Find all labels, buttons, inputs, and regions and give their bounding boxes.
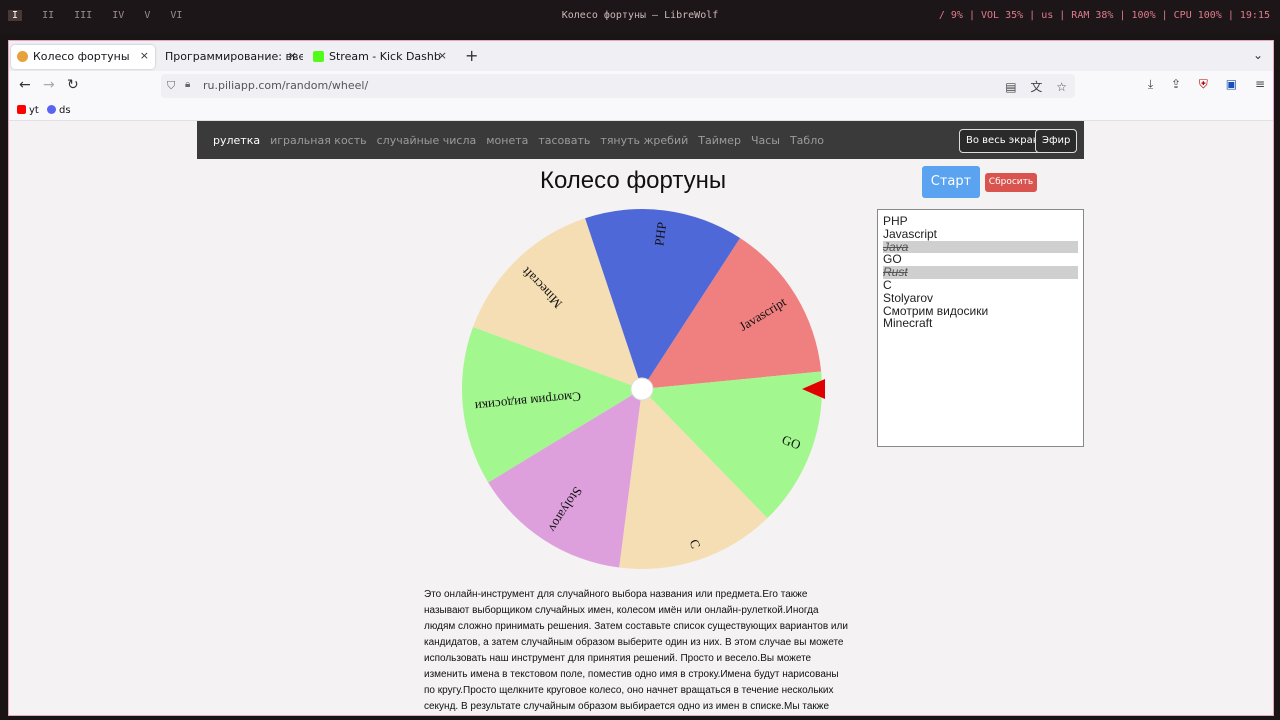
chevron-down-icon[interactable]: ⌄ bbox=[1253, 48, 1263, 62]
description-text: Это онлайн-инструмент для случайного выб… bbox=[424, 587, 864, 715]
list-item: Stolyarov bbox=[883, 290, 934, 305]
bookmark-label: yt bbox=[29, 105, 39, 116]
list-item: GO bbox=[883, 252, 902, 267]
site-nav-item[interactable]: рулетка bbox=[213, 134, 260, 147]
translate-icon[interactable]: ⽂ bbox=[1030, 80, 1042, 94]
list-item: Javascript bbox=[883, 226, 938, 241]
description-line: называют выборщиком случайных имен, коле… bbox=[424, 605, 819, 616]
close-icon[interactable]: × bbox=[140, 49, 149, 62]
bookmark-star-icon[interactable]: ☆ bbox=[1056, 80, 1067, 94]
bookmark-ds[interactable]: ds bbox=[47, 105, 71, 116]
bookmark-yt[interactable]: yt bbox=[17, 105, 39, 116]
list-item: Rust bbox=[883, 266, 1078, 279]
list-item: PHP bbox=[883, 214, 908, 228]
shield-icon[interactable]: ⛉ bbox=[167, 79, 175, 93]
site-nav-item[interactable]: тянуть жребий bbox=[600, 134, 688, 147]
close-icon[interactable]: × bbox=[438, 49, 447, 62]
new-tab-button[interactable]: + bbox=[465, 46, 478, 65]
fullscreen-button[interactable]: Во весь экран bbox=[959, 129, 1047, 153]
site-nav-item[interactable]: игральная кость bbox=[270, 134, 367, 147]
reload-icon[interactable]: ↻ bbox=[67, 77, 79, 93]
site-nav-item[interactable]: тасовать bbox=[538, 134, 590, 147]
list-item: Java bbox=[883, 240, 1078, 254]
description-line: Это онлайн-инструмент для случайного выб… bbox=[424, 589, 808, 600]
system-bar: I II III IV V VI Колесо фортуны — LibreW… bbox=[0, 0, 1280, 34]
description-line: изменить имена в текстовом поле, помести… bbox=[424, 669, 839, 680]
ublock-icon[interactable]: ⛨ bbox=[1199, 77, 1208, 91]
tab-programming[interactable]: Программирование: введ × bbox=[155, 45, 303, 69]
fortune-wheel[interactable]: JavascriptGOCStolyarovСмотрим видосикиMi… bbox=[459, 206, 825, 572]
site-nav-item[interactable]: случайные числа bbox=[377, 134, 477, 147]
reader-view-icon[interactable]: ▤ bbox=[1005, 80, 1016, 94]
site-nav-item[interactable]: монета bbox=[486, 134, 528, 147]
names-textarea[interactable]: PHP Javascript Java GO Rust C Stolyarov Смотрим… bbox=[877, 209, 1084, 447]
url-text[interactable]: ru.piliapp.com/random/wheel/ bbox=[203, 79, 368, 92]
download-icon[interactable]: ⤓ bbox=[1148, 77, 1153, 91]
broadcast-button[interactable]: Эфир bbox=[1035, 129, 1078, 153]
tab-bar: Колесо фортуны × Программирование: введ … bbox=[9, 41, 1273, 71]
url-bar[interactable]: ⛉ 🔒︎ ru.piliapp.com/random/wheel/ ▤ ⽂ ☆ bbox=[161, 74, 1075, 98]
lock-icon[interactable]: 🔒︎ bbox=[185, 79, 190, 90]
wheel-segment-label: PHP bbox=[651, 221, 669, 247]
site-nav: рулетка игральная кость случайные числа мон… bbox=[197, 121, 1084, 159]
tab-label: Stream - Kick Dashb bbox=[329, 50, 441, 63]
list-item: C bbox=[883, 277, 892, 292]
start-button[interactable]: Старт bbox=[922, 166, 980, 198]
forward-icon[interactable]: → bbox=[43, 77, 55, 93]
description-line: кандидатов, а затем случайным образом вы… bbox=[424, 637, 844, 648]
page-title: Колесо фортуны bbox=[540, 167, 727, 194]
tab-wheel[interactable]: Колесо фортуны × bbox=[11, 45, 155, 69]
system-stats: / 9% | VOL 35% | us | RAM 38% | 100% | C… bbox=[938, 10, 1270, 21]
list-item: Minecraft bbox=[883, 316, 933, 331]
page-content: рулетка игральная кость случайные числа мон… bbox=[9, 121, 1273, 715]
kick-icon bbox=[313, 51, 324, 62]
site-nav-item[interactable]: Таймер bbox=[698, 134, 741, 147]
nav-bar: ← → ↻ ⛉ 🔒︎ ru.piliapp.com/random/wheel/ … bbox=[9, 71, 1273, 101]
tab-kick[interactable]: Stream - Kick Dashb × bbox=[307, 45, 453, 69]
tab-label: Программирование: введ bbox=[165, 50, 303, 63]
site-nav-items: рулетка игральная кость случайные числа мон… bbox=[213, 134, 834, 147]
description-line: секунд. В результате случайным образом в… bbox=[424, 701, 829, 712]
close-icon[interactable]: × bbox=[288, 49, 297, 62]
discord-icon bbox=[47, 105, 56, 114]
wheel-hub[interactable] bbox=[630, 377, 654, 401]
site-nav-item[interactable]: Часы bbox=[751, 134, 780, 147]
youtube-icon bbox=[17, 105, 26, 114]
share-icon[interactable]: ⇪ bbox=[1171, 77, 1181, 91]
description-line: использовать наш инструмент для принятия… bbox=[424, 653, 812, 664]
browser-window: Колесо фортуны × Программирование: введ … bbox=[8, 40, 1274, 716]
menu-icon[interactable]: ≡ bbox=[1255, 77, 1265, 91]
reset-button[interactable]: Сбросить bbox=[985, 173, 1037, 192]
bookmarks-bar: yt ds bbox=[9, 101, 1273, 121]
extension-icon[interactable]: ▣ bbox=[1226, 77, 1237, 91]
tab-label: Колесо фортуны bbox=[33, 50, 130, 63]
bookmark-label: ds bbox=[59, 105, 71, 116]
tab-favicon-icon bbox=[17, 51, 28, 62]
site-nav-item[interactable]: Табло bbox=[790, 134, 824, 147]
back-icon[interactable]: ← bbox=[19, 77, 31, 93]
description-line: по кругу.Просто щелкните круговое колесо… bbox=[424, 685, 834, 696]
description-line: людям сложно принимать решения. Затем со… bbox=[424, 621, 848, 632]
